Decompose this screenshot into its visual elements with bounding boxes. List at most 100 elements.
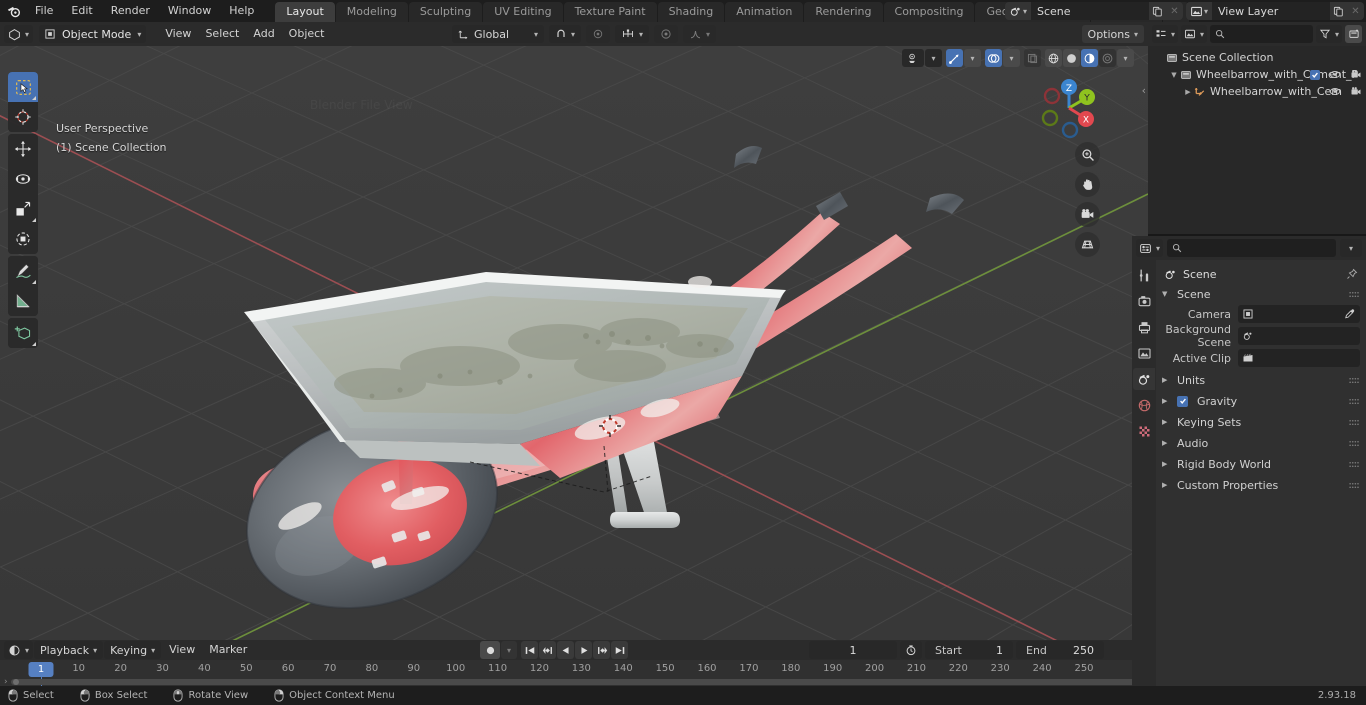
outliner-editor-type-icon[interactable]: ▾: [1152, 25, 1179, 43]
menu-render[interactable]: Render: [102, 2, 159, 20]
playback-dropdown[interactable]: Playback ▾: [34, 641, 104, 659]
outliner-display-mode-dropdown[interactable]: ▾: [1181, 25, 1208, 43]
add-cube-tool[interactable]: [8, 318, 38, 348]
jump-to-start-button[interactable]: [521, 641, 538, 659]
visibility-caret-icon[interactable]: ▾: [925, 49, 942, 67]
workspace-tab-layout[interactable]: Layout: [275, 2, 335, 22]
workspace-tab-modeling[interactable]: Modeling: [335, 2, 408, 22]
use-preview-range-button[interactable]: [900, 641, 922, 659]
jump-to-prev-keyframe-button[interactable]: [539, 641, 556, 659]
play-button[interactable]: [575, 641, 592, 659]
keying-dropdown[interactable]: Keying ▾: [104, 641, 162, 659]
interaction-mode-selector[interactable]: Object Mode ▾: [39, 25, 147, 43]
end-frame-value[interactable]: 250: [1073, 644, 1094, 657]
timeline-editor-type-icon[interactable]: ▾: [4, 641, 34, 659]
outliner-render-toggle[interactable]: [1350, 69, 1362, 80]
3d-viewport[interactable]: Blender File View: [0, 46, 1148, 640]
panel-header-keying-sets[interactable]: ▶ Keying Sets: [1156, 412, 1366, 432]
background-scene-field[interactable]: [1238, 327, 1360, 345]
panel-header-units[interactable]: ▶ Units: [1156, 370, 1366, 390]
workspace-tab-texture-paint[interactable]: Texture Paint: [563, 2, 657, 22]
outliner-row[interactable]: ▼ Wheelbarrow_with_Cement_P: [1148, 66, 1366, 83]
scale-tool[interactable]: [8, 194, 38, 224]
object-visibility-dropdown-icon[interactable]: [902, 49, 924, 67]
menu-edit[interactable]: Edit: [62, 2, 101, 20]
cursor-tool[interactable]: [8, 102, 38, 132]
shading-material-preview-button[interactable]: [1081, 49, 1098, 67]
proportional-falloff-button[interactable]: [654, 25, 679, 43]
outliner-row[interactable]: ▶ Wheelbarrow_with_Cem: [1148, 83, 1366, 100]
panel-checkbox[interactable]: [1177, 395, 1188, 407]
eyedropper-icon[interactable]: [1344, 308, 1356, 320]
sidebar-collapse-arrow[interactable]: ‹: [1142, 84, 1146, 97]
new-view-layer-button[interactable]: [1330, 2, 1347, 20]
timeline-horizontal-scrollbar[interactable]: [10, 679, 1138, 685]
editor-type-icon[interactable]: ▾: [4, 25, 34, 43]
zoom-icon[interactable]: [1075, 142, 1100, 167]
scene-selector[interactable]: ▾ Scene ✕: [1005, 2, 1183, 20]
jump-to-next-keyframe-button[interactable]: [593, 641, 610, 659]
snap-target-dropdown[interactable]: ▾: [615, 25, 650, 43]
menu-help[interactable]: Help: [220, 2, 263, 20]
outliner-tree[interactable]: Scene Collection ▼ Wheelbarrow_with_Cement…: [1148, 46, 1366, 234]
workspace-tab-rendering[interactable]: Rendering: [804, 2, 883, 22]
shading-caret-icon[interactable]: ▾: [1117, 49, 1134, 67]
remove-view-layer-button[interactable]: ✕: [1347, 2, 1364, 20]
auto-keying-button[interactable]: [480, 641, 500, 659]
timeline-ruler[interactable]: 10 20 30 40 50 60 70 80 90 100 110 120 130 140 150 160 1…: [0, 660, 1148, 686]
proportional-edit-button[interactable]: [586, 25, 611, 43]
rotate-tool[interactable]: [8, 164, 38, 194]
pan-hand-icon[interactable]: [1075, 172, 1100, 197]
outliner-expand-triangle-icon[interactable]: ▶: [1182, 88, 1194, 96]
camera-field[interactable]: [1238, 305, 1360, 323]
shading-rendered-button[interactable]: [1099, 49, 1116, 67]
navigation-gizmo[interactable]: Z Y X: [1034, 74, 1100, 140]
timeline-menu-marker[interactable]: Marker: [202, 641, 254, 659]
timeline-playhead[interactable]: 1: [28, 662, 54, 677]
unlink-scene-button[interactable]: ✕: [1166, 2, 1183, 20]
outliner-expand-triangle-icon[interactable]: ▼: [1168, 71, 1180, 79]
view-layer-name-field[interactable]: View Layer: [1212, 2, 1330, 20]
object-mode-dropdown[interactable]: Object Mode ▾: [39, 25, 147, 43]
properties-editor-type-icon[interactable]: ▾: [1136, 239, 1164, 257]
play-reverse-button[interactable]: [557, 641, 574, 659]
viewport-menu-view[interactable]: View: [158, 25, 198, 43]
tab-view-layer[interactable]: [1133, 342, 1155, 364]
viewport-menu-add[interactable]: Add: [246, 25, 281, 43]
toggle-perspective-icon[interactable]: [1075, 232, 1100, 257]
outliner-filter-dropdown[interactable]: ▾: [1315, 25, 1342, 43]
viewport-menu-select[interactable]: Select: [198, 25, 246, 43]
viewport-options-dropdown[interactable]: Options ▾: [1081, 25, 1144, 43]
new-scene-button[interactable]: [1149, 2, 1166, 20]
jump-to-end-button[interactable]: [611, 641, 628, 659]
overlays-caret-icon[interactable]: ▾: [1003, 49, 1020, 67]
transform-orientation-dropdown[interactable]: Global ▾: [452, 25, 545, 43]
properties-options-dropdown[interactable]: ▾: [1340, 239, 1362, 257]
outliner-render-toggle[interactable]: [1350, 86, 1362, 97]
scene-name-field[interactable]: Scene: [1031, 2, 1149, 20]
timeline-menu-view[interactable]: View: [162, 641, 202, 659]
snap-magnet-button[interactable]: ▾: [549, 25, 582, 43]
auto-keying-caret-icon[interactable]: ▾: [501, 641, 517, 659]
panel-header-rigid-body-world[interactable]: ▶ Rigid Body World: [1156, 454, 1366, 474]
outliner-hide-toggle[interactable]: [1329, 69, 1341, 80]
panel-header-audio[interactable]: ▶ Audio: [1156, 433, 1366, 453]
menu-file[interactable]: File: [26, 2, 62, 20]
blender-logo-icon[interactable]: [0, 0, 26, 22]
tab-scene[interactable]: [1133, 368, 1155, 390]
annotate-tool[interactable]: [8, 256, 38, 286]
falloff-curve-dropdown[interactable]: ▾: [683, 25, 717, 43]
panel-header-custom-properties[interactable]: ▶ Custom Properties: [1156, 475, 1366, 495]
tab-render[interactable]: [1133, 290, 1155, 312]
workspace-tab-animation[interactable]: Animation: [725, 2, 804, 22]
panel-header-gravity[interactable]: ▶ Gravity: [1156, 391, 1366, 411]
outliner-hide-toggle[interactable]: [1329, 86, 1341, 97]
outliner-checkbox[interactable]: [1310, 69, 1320, 80]
active-clip-field[interactable]: [1238, 349, 1360, 367]
transform-tool[interactable]: [8, 224, 38, 254]
workspace-tab-uv-editing[interactable]: UV Editing: [483, 2, 563, 22]
start-frame-value[interactable]: 1: [996, 644, 1003, 657]
properties-panel[interactable]: Scene ▼ Scene Camera Background Scene Ac…: [1156, 260, 1366, 690]
outliner-search-input[interactable]: [1210, 25, 1313, 43]
camera-view-icon[interactable]: [1075, 202, 1100, 227]
